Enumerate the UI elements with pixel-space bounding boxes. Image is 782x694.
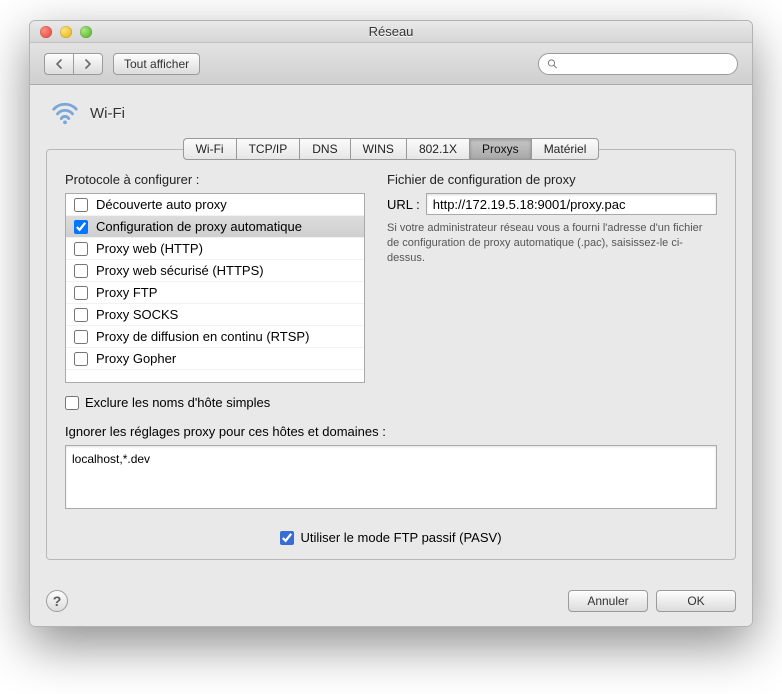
window-controls [30,26,92,38]
pasv-row: Utiliser le mode FTP passif (PASV) [65,530,717,545]
protocol-row-socks[interactable]: Proxy SOCKS [66,304,364,326]
tab-8021x[interactable]: 802.1X [406,138,469,160]
config-hint: Si votre administrateur réseau vous a fo… [387,221,717,266]
pasv-label: Utiliser le mode FTP passif (PASV) [300,530,501,545]
protocol-label-text: Proxy web (HTTP) [96,241,203,256]
zoom-icon[interactable] [80,26,92,38]
config-column: Fichier de configuration de proxy URL : … [387,172,717,383]
minimize-icon[interactable] [60,26,72,38]
protocol-checkbox[interactable] [74,308,88,322]
protocol-checkbox[interactable] [74,352,88,366]
ok-button[interactable]: OK [656,590,736,612]
section-title: Wi-Fi [90,105,125,122]
tab-wifi[interactable]: Wi-Fi [183,138,236,160]
forward-button[interactable] [73,53,103,75]
footer: ? Annuler OK [30,578,752,626]
search-input[interactable] [562,57,729,71]
protocol-row-https[interactable]: Proxy web sécurisé (HTTPS) [66,260,364,282]
tab-proxys[interactable]: Proxys [469,138,531,160]
cancel-label: Annuler [587,594,628,608]
url-label: URL : [387,197,420,212]
proxy-panel: Protocole à configurer : Découverte auto… [46,149,736,560]
close-icon[interactable] [40,26,52,38]
protocol-checkbox[interactable] [74,286,88,300]
pasv-checkbox[interactable] [280,531,294,545]
protocol-label-text: Proxy Gopher [96,351,176,366]
tab-tcpip[interactable]: TCP/IP [236,138,300,160]
tab-bar: Wi-Fi TCP/IP DNS WINS 802.1X Proxys Maté… [46,138,736,160]
window-title: Réseau [30,24,752,39]
preferences-window: Réseau Tout afficher [29,20,753,627]
protocol-checkbox[interactable] [74,264,88,278]
protocol-row-ftp[interactable]: Proxy FTP [66,282,364,304]
config-title: Fichier de configuration de proxy [387,172,717,187]
protocol-label-text: Proxy de diffusion en continu (RTSP) [96,329,309,344]
protocol-label-text: Découverte auto proxy [96,197,227,212]
chevron-right-icon [84,59,92,69]
url-input[interactable] [426,193,717,215]
ok-label: OK [687,594,704,608]
protocol-row-http[interactable]: Proxy web (HTTP) [66,238,364,260]
protocol-column: Protocole à configurer : Découverte auto… [65,172,365,383]
section-header: Wi-Fi [46,97,736,130]
content-area: Wi-Fi Wi-Fi TCP/IP DNS WINS 802.1X Proxy… [30,85,752,578]
titlebar: Réseau [30,21,752,43]
protocol-checkbox[interactable] [74,220,88,234]
protocol-row-gopher[interactable]: Proxy Gopher [66,348,364,370]
url-row: URL : [387,193,717,215]
cancel-button[interactable]: Annuler [568,590,648,612]
protocol-row-rtsp[interactable]: Proxy de diffusion en continu (RTSP) [66,326,364,348]
wifi-icon [50,97,80,130]
show-all-label: Tout afficher [124,57,189,71]
protocol-label-text: Proxy FTP [96,285,157,300]
protocol-checkbox[interactable] [74,242,88,256]
protocol-label: Protocole à configurer : [65,172,365,187]
protocol-list[interactable]: Découverte auto proxy Configuration de p… [65,193,365,383]
bypass-textarea[interactable] [65,445,717,509]
exclude-simple-checkbox[interactable] [65,396,79,410]
exclude-simple-row: Exclure les noms d'hôte simples [65,395,717,410]
protocol-label-text: Proxy SOCKS [96,307,178,322]
show-all-button[interactable]: Tout afficher [113,53,200,75]
protocol-checkbox[interactable] [74,198,88,212]
search-icon [547,58,558,70]
protocol-label-text: Configuration de proxy automatique [96,219,302,234]
bypass-label: Ignorer les réglages proxy pour ces hôte… [65,424,717,439]
back-button[interactable] [44,53,73,75]
tab-dns[interactable]: DNS [299,138,349,160]
protocol-row-auto-discovery[interactable]: Découverte auto proxy [66,194,364,216]
search-field[interactable] [538,53,738,75]
chevron-left-icon [55,59,63,69]
tab-materiel[interactable]: Matériel [531,138,600,160]
protocol-label-text: Proxy web sécurisé (HTTPS) [96,263,264,278]
help-button[interactable]: ? [46,590,68,612]
exclude-simple-label: Exclure les noms d'hôte simples [85,395,270,410]
nav-buttons [44,53,103,75]
toolbar: Tout afficher [30,43,752,85]
tab-wins[interactable]: WINS [350,138,406,160]
protocol-row-auto-config[interactable]: Configuration de proxy automatique [66,216,364,238]
protocol-checkbox[interactable] [74,330,88,344]
